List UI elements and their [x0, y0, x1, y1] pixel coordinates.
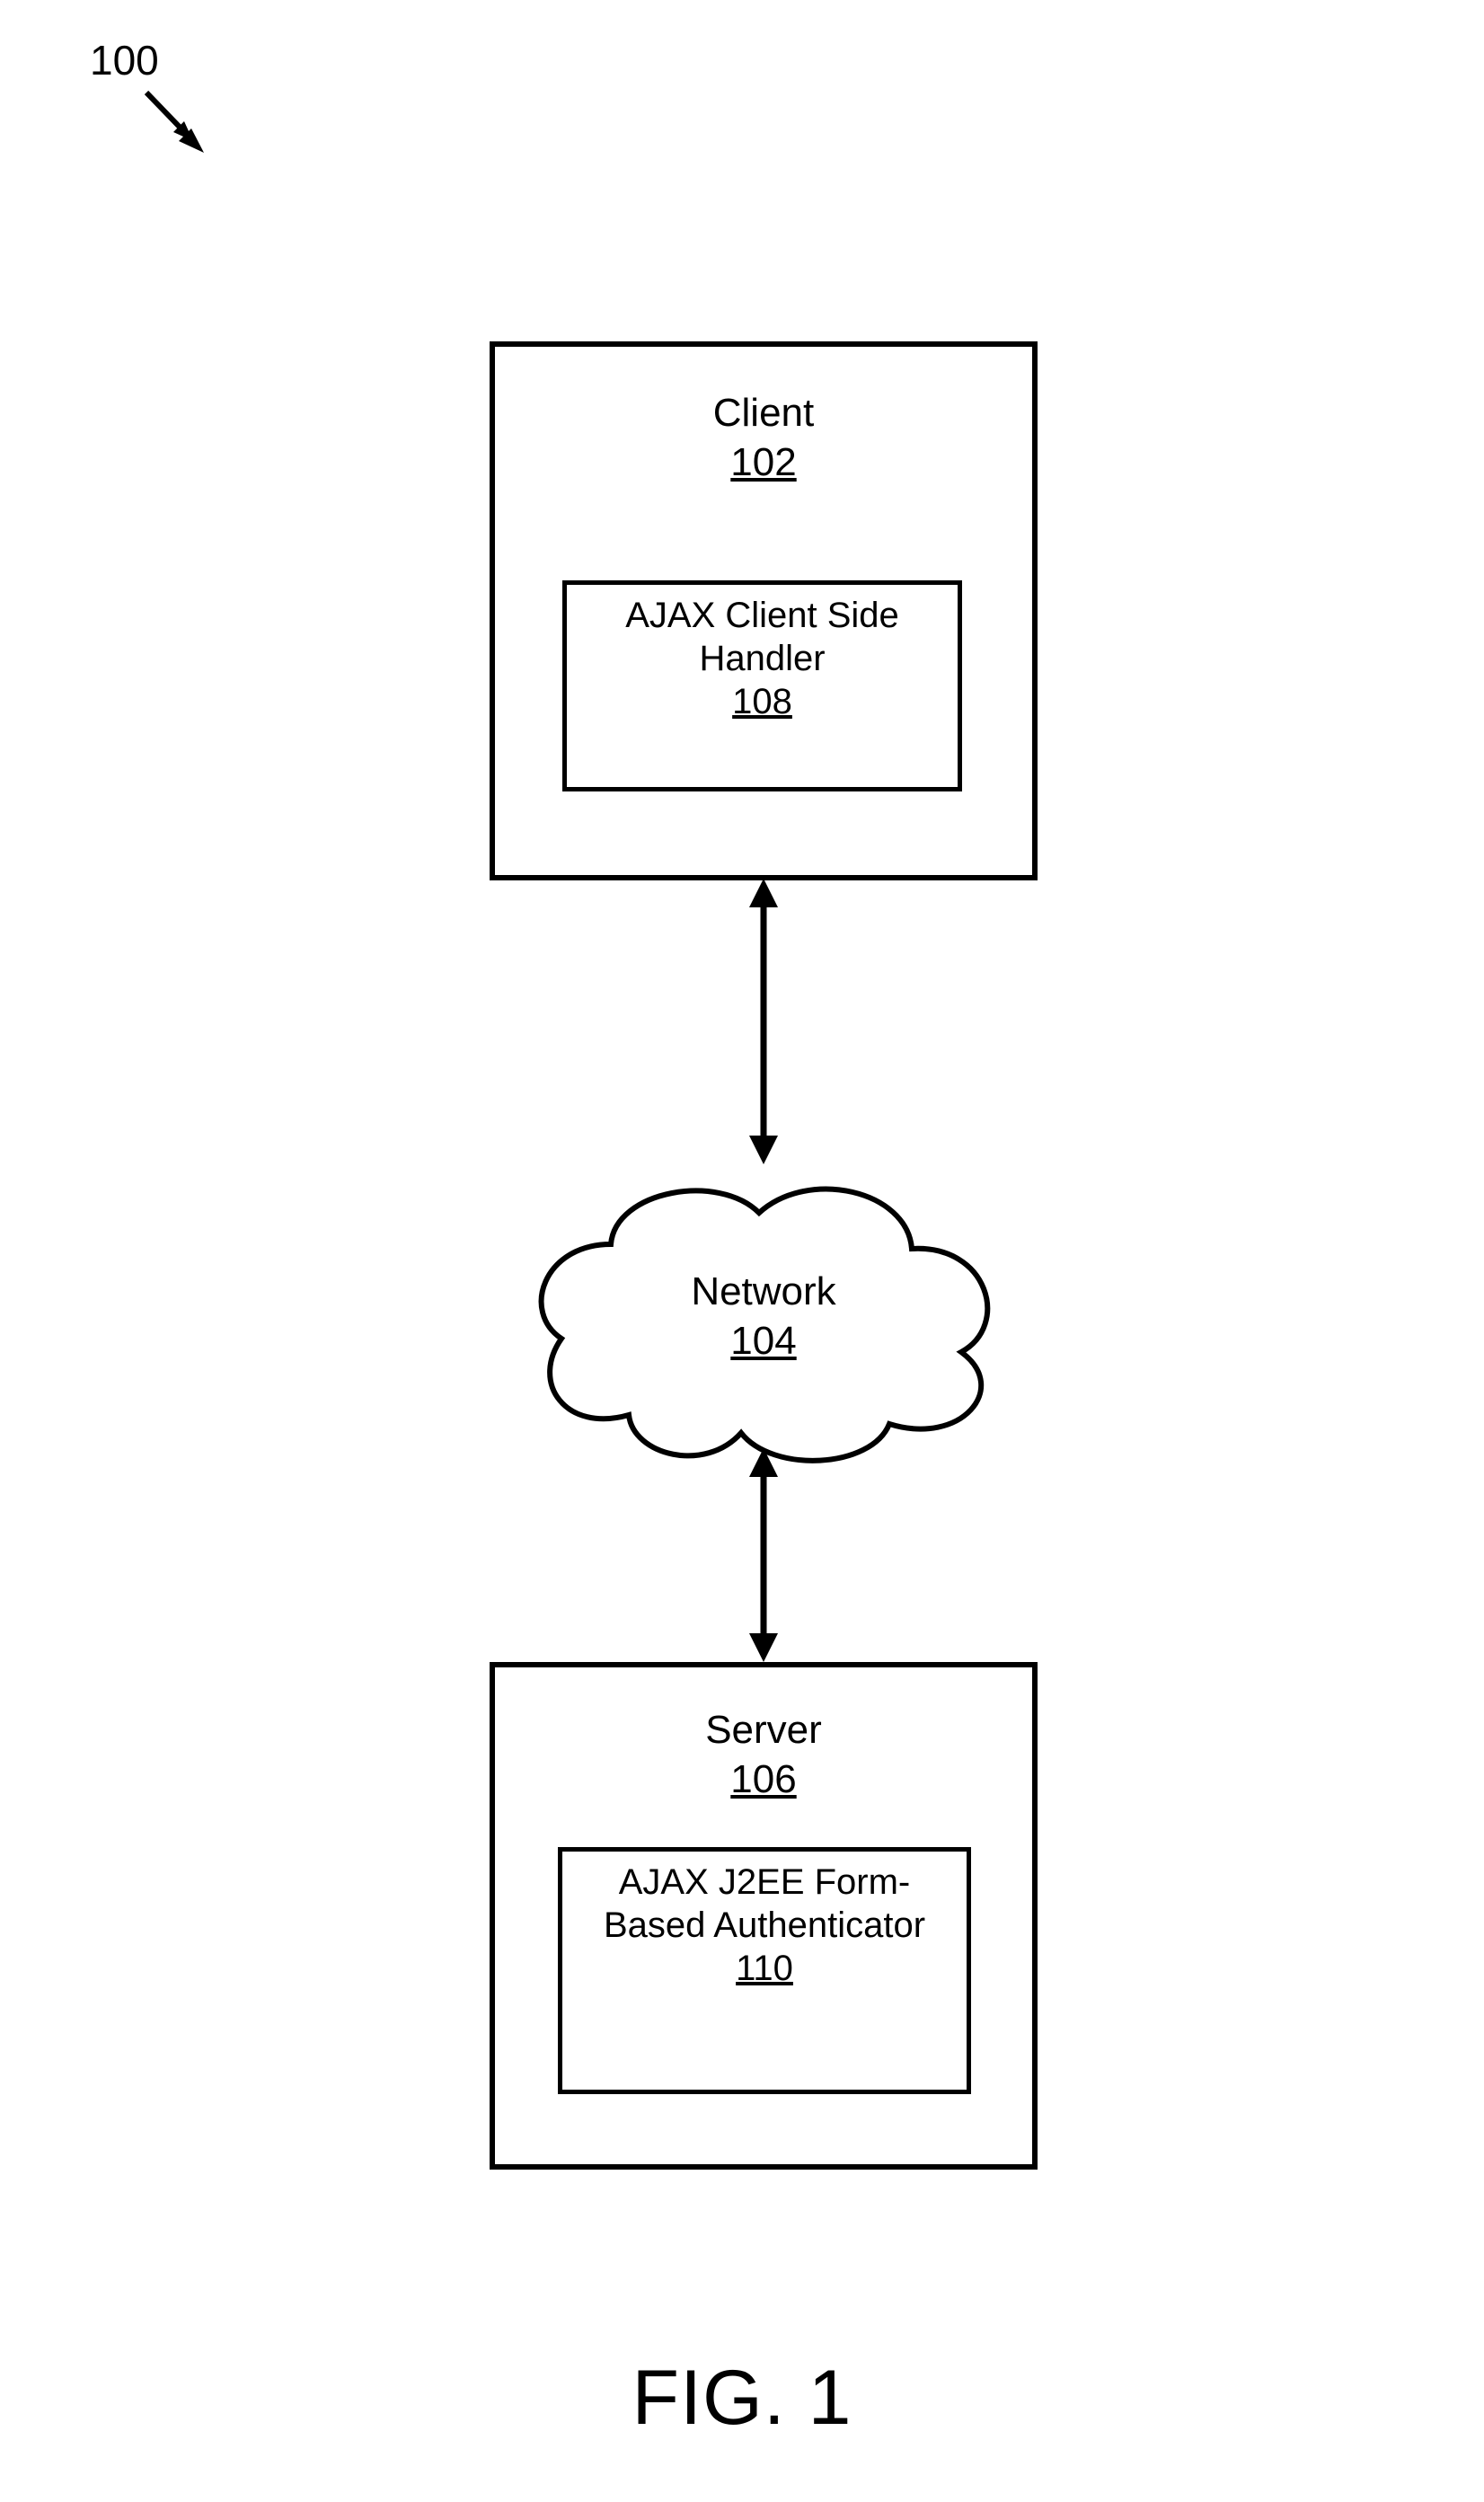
server-title: Server [495, 1705, 1032, 1755]
network-title: Network [512, 1267, 1015, 1316]
server-number: 106 [495, 1755, 1032, 1804]
figure-caption: FIG. 1 [0, 2354, 1484, 2443]
ajax-authenticator-box: AJAX J2EE Form-Based Authenticator 110 [558, 1847, 971, 2094]
client-box: Client 102 AJAX Client Side Handler 108 [490, 341, 1038, 880]
double-arrow-network-server-icon [738, 1448, 789, 1662]
ajax-client-handler-number: 108 [574, 680, 950, 723]
double-arrow-client-network-icon [738, 879, 789, 1164]
diagram-reference-arrow-icon [139, 85, 220, 171]
ajax-client-handler-box: AJAX Client Side Handler 108 [562, 580, 962, 791]
diagram-reference-label: 100 [90, 36, 159, 84]
ajax-authenticator-title: AJAX J2EE Form-Based Authenticator [570, 1861, 959, 1947]
client-title: Client [495, 388, 1032, 438]
client-number: 102 [495, 438, 1032, 487]
ajax-client-handler-title: AJAX Client Side Handler [574, 594, 950, 680]
patent-figure-page: 100 Client 102 AJAX Client Side Handler … [0, 0, 1484, 2502]
ajax-authenticator-number: 110 [570, 1947, 959, 1990]
network-number: 104 [730, 1316, 796, 1366]
server-box: Server 106 AJAX J2EE Form-Based Authenti… [490, 1662, 1038, 2170]
network-cloud: Network 104 [512, 1159, 1015, 1478]
